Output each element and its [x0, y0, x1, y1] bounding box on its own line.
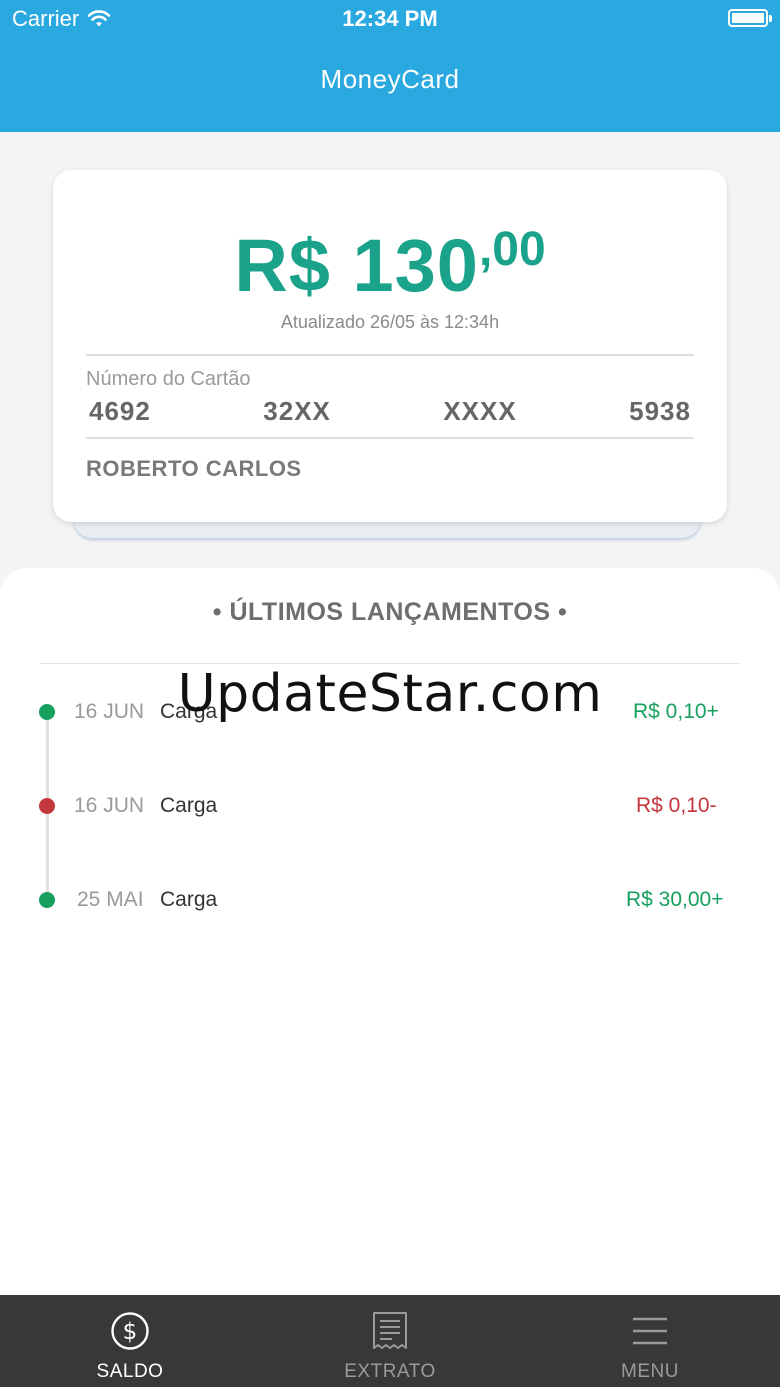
card-number-label: Número do Cartão: [86, 368, 251, 390]
credit-dot-icon: [39, 892, 55, 908]
card-number: 4692 32XX XXXX 5938: [89, 396, 691, 427]
balance-cents: ,00: [478, 223, 546, 276]
divider: [86, 354, 694, 356]
card-number-group: 32XX: [263, 396, 331, 426]
status-time: 12:34 PM: [342, 6, 438, 31]
balance-amount: R$ 130,00: [53, 222, 727, 308]
receipt-icon: [373, 1312, 407, 1349]
tab-extrato[interactable]: EXTRATO: [260, 1295, 520, 1387]
tab-menu[interactable]: MENU: [520, 1295, 780, 1387]
money-card[interactable]: R$ 130,00 Atualizado 26/05 às 12:34h Núm…: [53, 170, 727, 522]
card-number-group: 5938: [629, 396, 691, 426]
transaction-row[interactable]: 25 MAI Carga R$ 30,00+: [0, 880, 780, 920]
card-number-group: 4692: [89, 396, 151, 426]
watermark: UpdateStar.com: [177, 664, 603, 724]
transaction-amount: R$ 30,00+: [626, 888, 724, 911]
tab-label: MENU: [621, 1361, 679, 1382]
tab-bar: $ SALDO EXTRATO MENU: [0, 1295, 780, 1387]
section-title: • ÚLTIMOS LANÇAMENTOS •: [212, 598, 568, 626]
svg-text:$: $: [123, 1319, 138, 1345]
card-number-group: XXXX: [443, 396, 517, 426]
divider: [86, 437, 694, 439]
tab-label: EXTRATO: [344, 1361, 436, 1382]
transaction-description: Carga: [160, 794, 218, 817]
debit-dot-icon: [39, 798, 55, 814]
transaction-row[interactable]: 16 JUN Carga R$ 0,10-: [0, 786, 780, 826]
hamburger-menu-icon: [633, 1317, 667, 1345]
tab-saldo[interactable]: $ SALDO: [0, 1295, 260, 1387]
card-holder-name: ROBERTO CARLOS: [86, 456, 302, 481]
top-bar: Carrier 12:34 PM MoneyCard: [0, 0, 780, 132]
dollar-circle-icon: $: [111, 1312, 149, 1350]
battery-icon: [728, 9, 772, 27]
transaction-amount: R$ 0,10-: [636, 794, 717, 817]
transaction-description: Carga: [160, 888, 218, 911]
transaction-date: 25 MAI: [77, 888, 144, 911]
tab-label: SALDO: [96, 1361, 164, 1382]
transaction-date: 16 JUN: [74, 794, 145, 817]
balance-main: R$ 130: [234, 224, 479, 307]
app-title: MoneyCard: [320, 64, 460, 94]
balance-updated: Atualizado 26/05 às 12:34h: [280, 312, 500, 332]
